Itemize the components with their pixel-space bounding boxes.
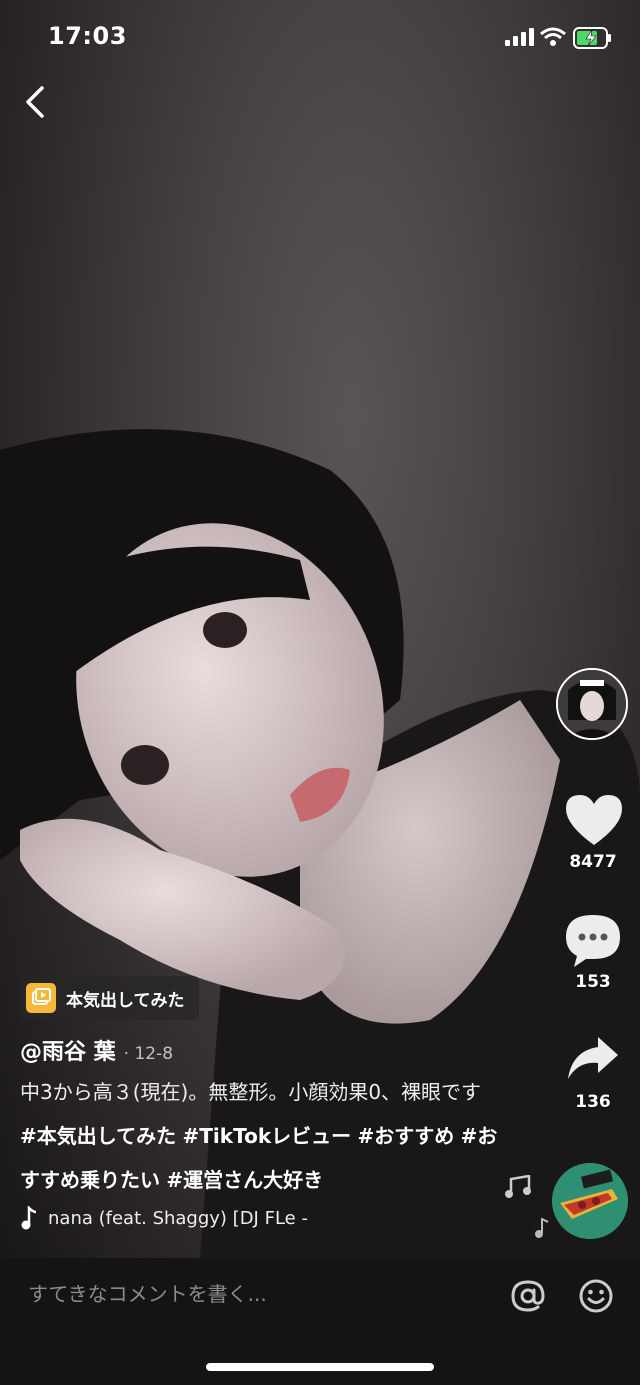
hashtag[interactable]: #本気出してみた [20, 1124, 176, 1148]
caption-text: 中3から高３(現在)。無整形。小顔効果0、裸眼です [20, 1080, 482, 1104]
effect-icon [26, 983, 56, 1013]
comment-input[interactable]: すてきなコメントを書く... [28, 1278, 267, 1307]
cellular-signal-icon [505, 28, 534, 46]
status-bar: 17:03 [0, 0, 640, 76]
comment-count: 153 [575, 972, 611, 992]
heart-icon[interactable] [564, 793, 624, 847]
speech-bubble-icon[interactable] [564, 913, 622, 967]
username[interactable]: @雨谷 葉 [20, 1034, 116, 1066]
music-note-icon [535, 1218, 549, 1238]
status-time: 17:03 [48, 22, 127, 50]
hashtag[interactable]: #運営さん大好き [166, 1168, 323, 1192]
video-screen: 17:03 8477 153 136 本気出してみた @雨谷 葉 · 12-8 … [0, 0, 640, 1385]
effect-label: 本気出してみた [66, 990, 185, 1011]
home-indicator[interactable] [206, 1363, 434, 1371]
caption: 中3から高３(現在)。無整形。小顔効果0、裸眼です #本気出してみた #TikT… [20, 1070, 500, 1202]
wifi-icon [540, 27, 566, 46]
hashtag[interactable]: #TikTokレビュー [183, 1124, 352, 1148]
post-author-row: @雨谷 葉 · 12-8 [20, 1034, 173, 1066]
like-count: 8477 [569, 852, 617, 872]
share-arrow-icon[interactable] [566, 1035, 620, 1081]
at-sign-icon[interactable] [510, 1278, 546, 1314]
post-date: · 12-8 [123, 1044, 174, 1064]
music-note-icon [505, 1175, 531, 1198]
effect-tag[interactable]: 本気出してみた [20, 976, 199, 1020]
battery-charging-icon [573, 27, 611, 49]
share-count: 136 [575, 1092, 611, 1112]
hashtag[interactable]: #おすすめ [357, 1124, 454, 1148]
music-note-icon [21, 1206, 37, 1230]
sound-disc[interactable] [552, 1163, 628, 1239]
music-row[interactable]: nana (feat. Shaggy) [DJ FLe - [20, 1206, 308, 1230]
music-title: nana (feat. Shaggy) [DJ FLe - [48, 1207, 308, 1229]
back-chevron-icon[interactable] [20, 84, 56, 120]
emoji-icon[interactable] [578, 1278, 614, 1314]
creator-avatar[interactable] [556, 668, 628, 740]
